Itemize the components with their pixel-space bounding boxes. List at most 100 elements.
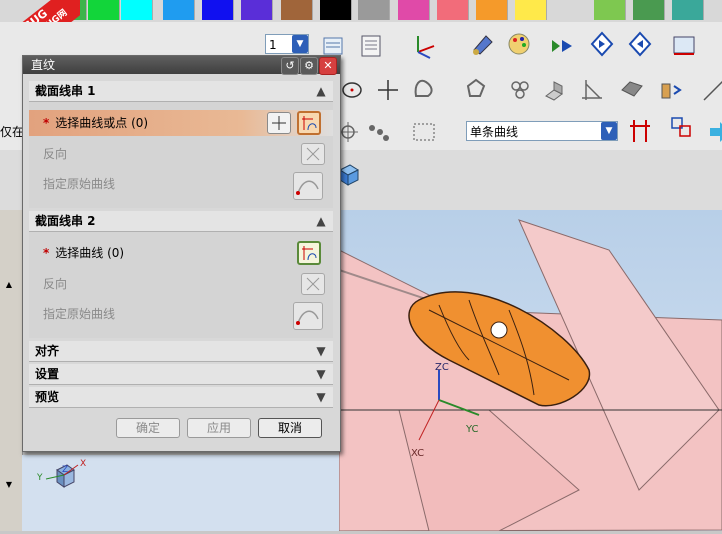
reverse-direction-label-2: 反向 [43,277,68,291]
dialog-titlebar[interactable]: 直纹 ↺ ⚙ ✕ [23,56,340,75]
select-curve-row[interactable]: * 选择曲线 (0) [29,240,333,266]
view-triad [45,464,79,488]
apply-button[interactable]: 应用 [187,418,251,438]
follow-fillet-icon[interactable] [668,114,696,142]
graphics-window-lower[interactable]: X Y Z [22,455,339,531]
offset-curve-icon[interactable] [462,74,490,102]
hide-icon[interactable] [626,30,654,58]
show-hide-icon[interactable] [548,32,576,60]
ok-button[interactable]: 确定 [116,418,180,438]
arrow-right-icon[interactable] [706,118,722,146]
box-select-icon[interactable] [410,118,438,146]
show-icon[interactable] [588,30,616,58]
required-icon: * [43,116,50,130]
ruled-dialog: 直纹 ↺ ⚙ ✕ 截面线串 1 ▲ * 选择曲线或点 (0) 反向 指定原始曲线 [22,55,341,452]
color-swatch[interactable] [594,0,626,20]
point-dialog-icon[interactable] [267,112,291,134]
reverse-direction-row-2: 反向 [29,271,333,297]
section-1-body: * 选择曲线或点 (0) 反向 指定原始曲线 [29,102,333,208]
triad-y-label: Y [37,473,43,483]
color-swatch[interactable] [437,0,469,20]
settings-section-title: 设置 [35,367,60,381]
chevron-up-icon[interactable]: ▲ [313,83,329,99]
paint-icon[interactable] [468,30,496,58]
chevron-down-icon[interactable]: ▼ [313,343,329,359]
select-curve-label: 选择曲线 (0) [55,246,125,260]
color-swatch[interactable] [163,0,195,20]
section-1-title: 截面线串 1 [35,84,96,98]
required-icon: * [43,246,50,260]
color-swatch[interactable] [320,0,352,20]
select-curve-icon[interactable] [297,111,321,135]
alignment-section-header[interactable]: 对齐 ▼ [29,341,333,362]
section-2-header[interactable]: 截面线串 2 ▲ [29,211,333,232]
reset-icon[interactable]: ↺ [281,57,299,75]
color-swatch[interactable] [633,0,665,20]
axis-zc-label: ZC [435,362,449,373]
point-icon[interactable] [374,76,402,104]
pattern-icon[interactable] [506,76,534,104]
color-swatch[interactable] [281,0,313,20]
move-icon[interactable] [656,76,684,104]
specify-origin-curve-label-1: 指定原始曲线 [43,177,116,191]
origin-curve-icon[interactable] [293,302,323,330]
specify-origin-curve-row-2: 指定原始曲线 [29,301,333,331]
model-canvas[interactable] [338,210,722,532]
palette-icon[interactable] [505,30,533,58]
filter-label: 仅在 [0,125,25,139]
curve-rule-select[interactable]: 单条曲线 ▼ [466,121,618,141]
chevron-down-icon[interactable]: ▼ [313,366,329,382]
spline-icon[interactable] [410,74,438,102]
project-icon[interactable] [618,76,646,104]
section-2-title: 截面线串 2 [35,214,96,228]
chevron-down-icon[interactable]: ▼ [292,35,308,53]
graphics-window[interactable]: ZC YC XC [338,210,722,532]
layer-list-icon[interactable] [358,32,386,60]
origin-curve-icon[interactable] [293,172,323,200]
stop-at-intersection-icon[interactable] [626,116,654,144]
circle-icon[interactable] [340,76,368,104]
preview-section-header[interactable]: 预览 ▼ [29,387,333,408]
reverse-direction-icon[interactable] [301,143,325,165]
triad-z-label: Z [62,465,69,475]
extrude-icon[interactable] [540,76,568,104]
select-curve-icon[interactable] [297,241,321,265]
trim-icon[interactable] [578,76,606,104]
color-swatch[interactable] [515,0,547,20]
color-swatch[interactable] [476,0,508,20]
reverse-direction-icon[interactable] [301,273,325,295]
section-1-header[interactable]: 截面线串 1 ▲ [29,81,333,102]
scroll-down-icon[interactable]: ▼ [3,480,15,492]
cancel-button[interactable]: 取消 [258,418,322,438]
color-swatch[interactable] [398,0,430,20]
scroll-up-icon[interactable]: ▲ [3,280,15,292]
specify-origin-curve-label-2: 指定原始曲线 [43,307,116,321]
color-swatch[interactable] [241,0,273,20]
color-swatch[interactable] [121,0,153,20]
drag-icon[interactable] [364,118,392,146]
preview-section-title: 预览 [35,390,60,404]
view-icon[interactable] [670,32,698,60]
color-swatch[interactable] [202,0,234,20]
chevron-up-icon[interactable]: ▲ [313,213,329,229]
layer-select-value: 1 [269,38,277,52]
select-curve-or-point-row[interactable]: * 选择曲线或点 (0) [29,110,333,136]
resource-bar: ▲ ▼ [0,210,23,531]
color-swatch[interactable] [672,0,704,20]
dialog-title: 直纹 [31,58,56,72]
color-swatch[interactable] [358,0,390,20]
wcs-icon[interactable] [410,32,438,60]
color-swatch[interactable] [88,0,120,20]
close-icon[interactable]: ✕ [319,57,337,75]
line-tool-icon[interactable] [700,76,722,104]
alignment-section-title: 对齐 [35,344,60,358]
settings-section-header[interactable]: 设置 ▼ [29,364,333,385]
specify-origin-curve-row-1: 指定原始曲线 [29,171,333,201]
layer-select[interactable]: 1 ▼ [265,34,309,54]
chevron-down-icon[interactable]: ▼ [601,122,617,140]
reverse-direction-label-1: 反向 [43,147,68,161]
chevron-down-icon[interactable]: ▼ [313,389,329,405]
gear-icon[interactable]: ⚙ [300,57,318,75]
color-palette [0,0,722,22]
axis-yc-label: YC [466,424,479,435]
